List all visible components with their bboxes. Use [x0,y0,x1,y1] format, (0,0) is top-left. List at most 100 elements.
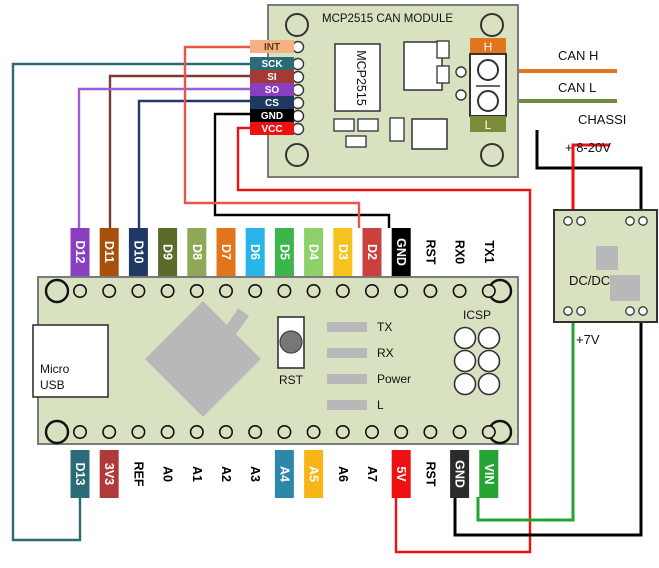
can-pin-label: SO [265,85,280,96]
terminal-screw-l[interactable] [477,90,499,112]
header-pad[interactable] [219,283,234,298]
header-pad[interactable] [423,283,438,298]
can-pin-si: SI [250,70,294,83]
header-pad[interactable] [394,424,409,439]
transceiver-chip [403,41,443,91]
can-pin-so: SO [250,83,294,96]
header-pad[interactable] [219,424,234,439]
header-pad[interactable] [277,283,292,298]
reset-button-label: RST [279,373,304,387]
header-pad[interactable] [364,283,379,298]
pad-hole [563,306,573,316]
header-pad[interactable] [277,424,292,439]
pin-label: A4 [277,466,291,482]
pin-d13: D13 [70,450,90,498]
passive-component [389,117,405,142]
led-rx [327,348,367,358]
passive-component [436,40,450,59]
terminal-l-label: L [485,118,492,132]
dcdc-converter[interactable]: DC/DC [553,209,658,323]
pin-label: 3V3 [102,463,116,485]
arduino-board[interactable]: Micro USB RST TX RX Power L ICSP [32,276,519,445]
micro-usb-label-line1: Micro [40,362,70,376]
pin-label: GND [394,238,408,266]
pin-label: D7 [219,244,233,260]
icsp-label: ICSP [463,308,491,322]
pin-label: A6 [336,466,350,482]
pin-gnd: GND [391,228,411,276]
can-pin-label: INT [264,42,280,53]
can-pin-gnd: GND [250,109,294,122]
pin-a0: A0 [161,466,175,482]
pin-label: D12 [73,241,87,264]
pin-d6: D6 [245,228,265,276]
terminal-screw-h[interactable] [477,59,499,81]
can-l-label: CAN L [558,80,596,95]
header-pad[interactable] [335,283,350,298]
header-pad[interactable] [102,283,117,298]
header-pad[interactable] [73,424,88,439]
pin-tx1: TX1 [482,241,496,264]
dcdc-label: DC/DC [569,273,610,288]
pin-d7: D7 [216,228,236,276]
can-pin-label: GND [261,111,283,122]
passive-component [345,135,367,148]
header-pad[interactable] [394,283,409,298]
pin-label: RST [423,462,437,487]
reset-button-cap[interactable] [279,330,303,354]
header-pad[interactable] [423,424,438,439]
mount-hole [480,13,504,37]
pin-a3: A3 [248,466,262,482]
header-pad[interactable] [248,424,263,439]
led-l [327,400,367,410]
header-pad[interactable] [160,283,175,298]
pin-label: A7 [365,466,379,482]
header-pad[interactable] [481,283,496,298]
header-pad[interactable] [335,424,350,439]
pin-rst: RST [423,240,437,265]
header-pad[interactable] [189,283,204,298]
led-l-label: L [377,398,384,412]
pin-rst: RST [423,462,437,487]
pin-gnd: GND [450,450,470,498]
header-pad[interactable] [102,424,117,439]
header-pad[interactable] [73,283,88,298]
header-pad[interactable] [306,283,321,298]
dcdc-output-label: +7V [576,332,600,347]
header-pad[interactable] [248,283,263,298]
chassis-label: CHASSI [578,112,626,127]
can-module[interactable]: MCP2515 CAN MODULE MCP2515 H L [267,4,519,178]
arduino-bottom-header[interactable] [73,424,496,439]
passive-component [436,65,450,84]
dcdc-component [610,275,640,301]
pin-label: GND [453,460,467,488]
pad-hole [638,306,648,316]
header-pad[interactable] [364,424,379,439]
header-pad[interactable] [131,424,146,439]
pin-label: REF [131,462,145,487]
supply-voltage-label: + 8-20V [565,140,611,155]
pin-d10: D10 [128,228,148,276]
header-pad[interactable] [306,424,321,439]
can-pin-label: VCC [261,124,282,135]
pin-rx0: RX0 [453,240,467,264]
header-pad[interactable] [189,424,204,439]
can-pin-int: INT [250,40,294,53]
header-pad[interactable] [452,283,467,298]
via-hole [455,66,467,78]
header-pad[interactable] [452,424,467,439]
arduino-top-header[interactable] [73,283,496,298]
can-pin-sck: SCK [250,57,294,70]
can-h-label: CAN H [558,48,598,63]
pin-d2: D2 [362,228,382,276]
mount-hole [285,143,309,167]
pin-d12: D12 [70,228,90,276]
can-pin-cs: CS [250,96,294,109]
pin-d11: D11 [99,228,119,276]
pin-d8: D8 [187,228,207,276]
header-pad[interactable] [481,424,496,439]
circuit-diagram: MCP2515 CAN MODULE MCP2515 H L INT SCK S… [0,0,659,568]
header-pad[interactable] [131,283,146,298]
arduino-top-pin-labels: D12 D11 D10 D9 D8 D7 D6 D5 D4 D3 D2 GND RST RX0 TX1 [70,228,496,276]
header-pad[interactable] [160,424,175,439]
